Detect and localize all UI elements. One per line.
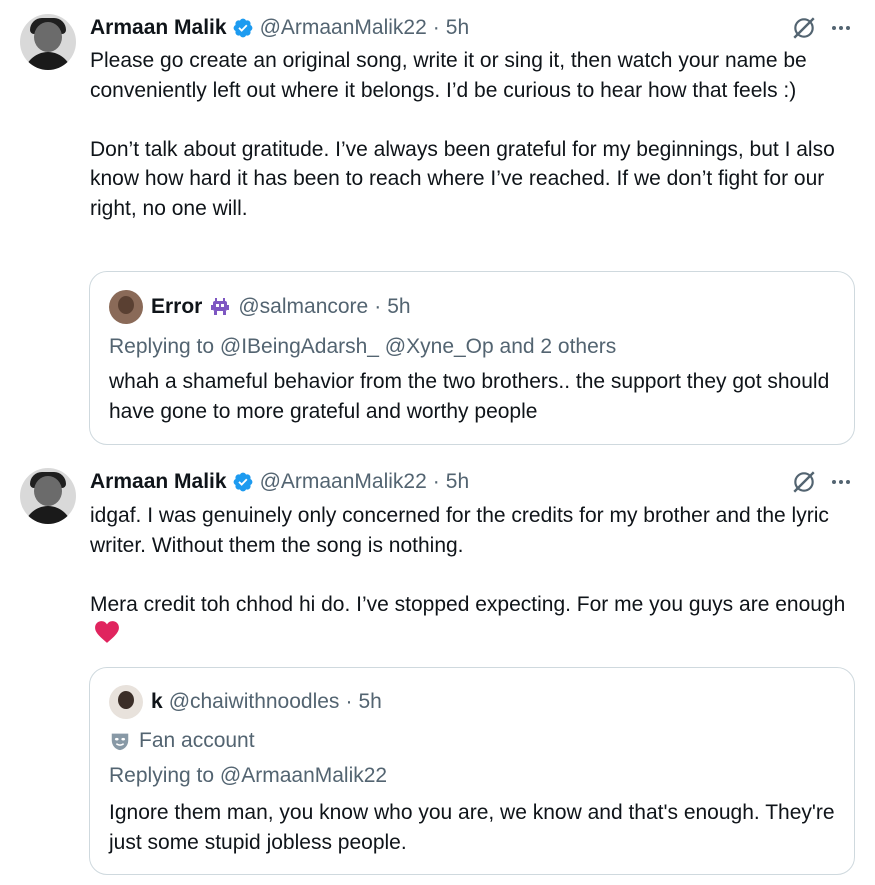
separator: · xyxy=(432,16,440,39)
quote-timestamp[interactable]: 5h xyxy=(387,295,410,319)
separator: · xyxy=(432,470,440,493)
quote-header: Error @salmancore · 5h xyxy=(109,290,411,324)
avatar[interactable] xyxy=(20,14,76,70)
more-options-icon[interactable] xyxy=(829,470,853,494)
quote-author-name[interactable]: Error xyxy=(151,295,202,319)
tweet-text: Please go create an original song, write… xyxy=(90,49,835,220)
separator: · xyxy=(345,690,353,713)
timestamp[interactable]: 5h xyxy=(446,470,469,494)
tweet-header: Armaan Malik @ArmaanMalik22 · 5h xyxy=(90,13,469,43)
tweet-2[interactable]: Armaan Malik @ArmaanMalik22 · 5h idgaf. … xyxy=(0,455,875,885)
quote-text: Ignore them man, you know who you are, w… xyxy=(109,801,841,854)
more-options-icon[interactable] xyxy=(829,16,853,40)
quote-header: k @chaiwithnoodles · 5h xyxy=(109,685,382,719)
tweet-text-content: idgaf. I was genuinely only concerned fo… xyxy=(90,504,846,616)
alien-monster-icon xyxy=(211,298,230,315)
quote-avatar[interactable] xyxy=(109,685,143,719)
grok-icon[interactable] xyxy=(791,15,817,41)
grok-icon[interactable] xyxy=(791,469,817,495)
tweet-text: idgaf. I was genuinely only concerned fo… xyxy=(90,501,860,649)
author-handle[interactable]: @ArmaanMalik22 xyxy=(260,470,427,494)
quote-text: whah a shameful behavior from the two br… xyxy=(109,370,836,423)
quote-timestamp[interactable]: 5h xyxy=(358,690,381,714)
author-name[interactable]: Armaan Malik xyxy=(90,470,227,494)
author-name[interactable]: Armaan Malik xyxy=(90,16,227,40)
account-label: Fan account xyxy=(109,729,255,753)
account-label-text: Fan account xyxy=(139,729,255,752)
replying-to[interactable]: Replying to @IBeingAdarsh_ @Xyne_Op and … xyxy=(109,335,616,359)
timestamp[interactable]: 5h xyxy=(446,16,469,40)
separator: · xyxy=(374,295,382,318)
quoted-tweet[interactable]: k @chaiwithnoodles · 5h Fan account Repl… xyxy=(89,667,855,875)
avatar[interactable] xyxy=(20,468,76,524)
quoted-tweet[interactable]: Error @salmancore · 5h Replying to @IBei… xyxy=(89,271,855,445)
tweet-header: Armaan Malik @ArmaanMalik22 · 5h xyxy=(90,467,469,497)
quote-author-handle[interactable]: @chaiwithnoodles xyxy=(169,690,340,714)
author-handle[interactable]: @ArmaanMalik22 xyxy=(260,16,427,40)
red-heart-icon xyxy=(95,621,119,643)
tweet-actions xyxy=(791,469,853,495)
quote-avatar[interactable] xyxy=(109,290,143,324)
quote-author-handle[interactable]: @salmancore xyxy=(238,295,368,319)
verified-badge-icon xyxy=(233,18,252,38)
tweet-actions xyxy=(791,15,853,41)
tweet-1[interactable]: Armaan Malik @ArmaanMalik22 · 5h Please … xyxy=(0,0,875,455)
replying-to[interactable]: Replying to @ArmaanMalik22 xyxy=(109,764,387,788)
mask-icon xyxy=(111,733,129,751)
verified-badge-icon xyxy=(233,472,252,492)
quote-author-name[interactable]: k xyxy=(151,690,163,714)
